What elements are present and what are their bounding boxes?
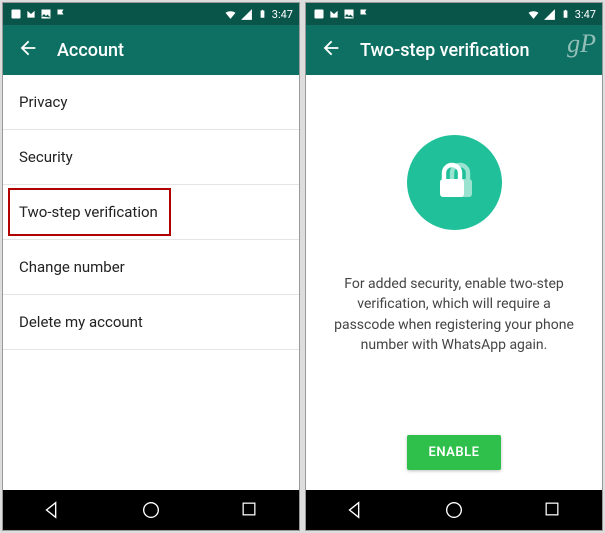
back-icon[interactable] bbox=[17, 37, 39, 63]
flag-icon bbox=[357, 8, 370, 21]
enable-button[interactable]: ENABLE bbox=[407, 435, 502, 470]
page-title: Two-step verification bbox=[360, 40, 530, 61]
back-icon[interactable] bbox=[320, 37, 342, 63]
status-bar: 3:47 bbox=[3, 3, 299, 25]
battery-icon bbox=[559, 8, 572, 21]
clock-time: 3:47 bbox=[575, 8, 596, 21]
phone-right: 3:47 Two-step verification gP bbox=[305, 2, 603, 531]
statusbar-left-icons bbox=[312, 8, 370, 21]
lock-circle bbox=[407, 135, 502, 230]
battery-icon bbox=[256, 8, 269, 21]
status-bar: 3:47 bbox=[306, 3, 602, 25]
content-area: For added security, enable two-step veri… bbox=[306, 75, 602, 490]
wifi-icon bbox=[224, 8, 237, 21]
flag-icon bbox=[54, 8, 67, 21]
page-title: Account bbox=[57, 40, 124, 61]
nav-home-icon[interactable] bbox=[443, 499, 465, 521]
list-item-label: Security bbox=[19, 148, 73, 166]
settings-list: Privacy Security Two-step verification C… bbox=[3, 75, 299, 490]
lock-icon bbox=[430, 157, 478, 209]
mail-icon bbox=[327, 8, 340, 21]
list-item-label: Two-step verification bbox=[19, 203, 158, 221]
nav-recent-icon[interactable] bbox=[542, 499, 564, 521]
signal-icon bbox=[240, 8, 253, 21]
wifi-icon bbox=[527, 8, 540, 21]
app-bar: Two-step verification bbox=[306, 25, 602, 75]
list-item-delete-account[interactable]: Delete my account bbox=[3, 295, 299, 350]
description-text: For added security, enable two-step veri… bbox=[330, 274, 578, 355]
image-icon bbox=[39, 8, 52, 21]
nav-bar bbox=[306, 490, 602, 530]
statusbar-left-icons bbox=[9, 8, 67, 21]
signal-icon bbox=[543, 8, 556, 21]
list-item-security[interactable]: Security bbox=[3, 130, 299, 185]
image-icon bbox=[342, 8, 355, 21]
statusbar-right-icons: 3:47 bbox=[527, 8, 596, 21]
list-item-label: Delete my account bbox=[19, 313, 143, 331]
nav-back-icon[interactable] bbox=[344, 499, 366, 521]
clock-time: 3:47 bbox=[272, 8, 293, 21]
watermark: gP bbox=[567, 29, 596, 59]
mail-icon bbox=[24, 8, 37, 21]
statusbar-right-icons: 3:47 bbox=[224, 8, 293, 21]
notification-icon bbox=[312, 8, 325, 21]
list-item-label: Change number bbox=[19, 258, 125, 276]
nav-recent-icon[interactable] bbox=[239, 499, 261, 521]
nav-back-icon[interactable] bbox=[41, 499, 63, 521]
phone-left: 3:47 Account Privacy Security Two-step v… bbox=[2, 2, 300, 531]
list-item-change-number[interactable]: Change number bbox=[3, 240, 299, 295]
nav-home-icon[interactable] bbox=[140, 499, 162, 521]
list-item-label: Privacy bbox=[19, 93, 67, 111]
notification-icon bbox=[9, 8, 22, 21]
nav-bar bbox=[3, 490, 299, 530]
list-item-privacy[interactable]: Privacy bbox=[3, 75, 299, 130]
app-bar: Account bbox=[3, 25, 299, 75]
list-item-two-step[interactable]: Two-step verification bbox=[3, 185, 299, 240]
